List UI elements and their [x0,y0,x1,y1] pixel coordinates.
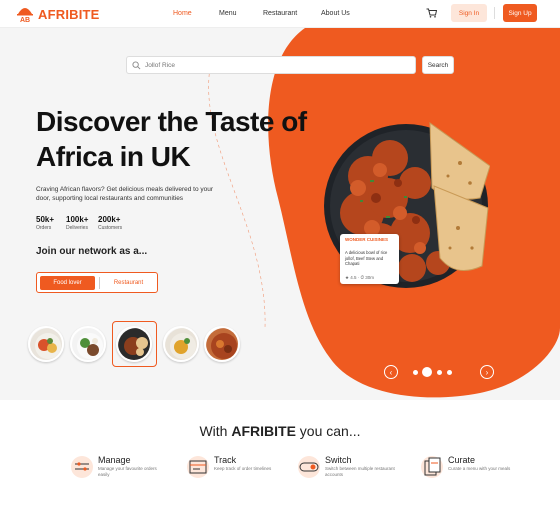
nav-divider [494,7,495,19]
search-bar [126,56,416,74]
restaurant-button[interactable]: Restaurant [101,276,156,290]
curate-icon [421,456,443,478]
stat-customers: 200k+ Customers [98,215,123,231]
carousel-dot[interactable] [437,370,442,375]
nav-menu[interactable]: Menu [219,10,237,17]
dish-description: A delicious bowl of rice jollof, Beef St… [345,250,388,266]
top-nav: AB AFRIBITE Home Menu Restaurant About U… [0,0,560,28]
search-button[interactable]: Search [422,56,454,74]
search-icon [132,61,141,70]
nav-about-us[interactable]: About Us [321,10,350,17]
brand-name[interactable]: AFRIBITE [38,7,100,22]
switch-icon [298,456,320,478]
join-network-label: Join our network as a... [36,246,148,257]
sign-in-button[interactable]: Sign In [451,4,487,22]
toggle-divider [99,277,100,289]
cart-icon[interactable] [426,8,437,18]
dish-rating: ★ 4.5 · ⏱ 30m [345,275,375,280]
manage-icon [71,456,93,478]
hero-tagline: Craving African flavors? Get delicious m… [36,186,214,202]
search-input[interactable] [145,59,410,71]
hero-headline: Discover the Taste of Africa in UK [36,106,307,172]
dish-thumbnail[interactable] [116,326,152,362]
stat-orders: 50k+ Orders [36,215,55,231]
dish-info-card[interactable]: WONDER CUISINES A delicious bowl of rice… [340,234,399,284]
dish-thumbnail[interactable] [204,326,240,362]
chevron-right-icon: › [485,367,489,377]
svg-text:AB: AB [20,17,30,23]
chevron-left-icon: ‹ [389,367,393,377]
track-icon [187,456,209,478]
hero-section: Search Discover the Taste of Africa in U… [0,28,560,400]
dish-thumbnail[interactable] [163,326,199,362]
carousel-dot-active[interactable] [422,367,432,377]
food-lover-button[interactable]: Food lover [40,276,95,290]
dish-thumbnail[interactable] [70,326,106,362]
stat-deliveries: 100k+ Deliveries [66,215,89,231]
features-heading: With AFRIBITE you can... [199,423,361,439]
nav-home[interactable]: Home [173,10,192,17]
carousel-prev-button[interactable]: ‹ [384,365,398,379]
brand-logo-icon[interactable]: AB [16,3,34,23]
role-toggle: Food lover Restaurant [36,272,158,293]
dish-thumbnail[interactable] [28,326,64,362]
carousel-dot[interactable] [413,370,418,375]
restaurant-name: WONDER CUISINES [345,237,389,242]
sign-up-button[interactable]: Sign Up [503,4,537,22]
carousel-next-button[interactable]: › [480,365,494,379]
nav-restaurant[interactable]: Restaurant [263,10,297,17]
carousel-dot[interactable] [447,370,452,375]
